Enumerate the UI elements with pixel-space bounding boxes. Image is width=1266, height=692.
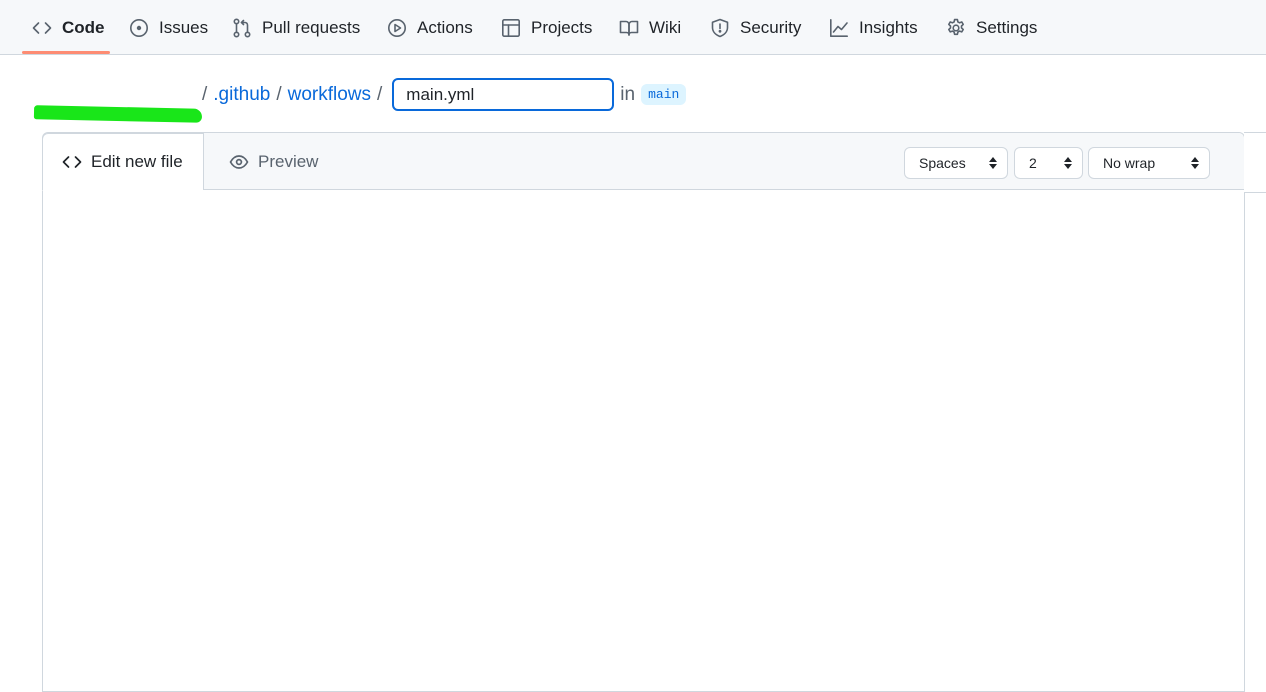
tab-edit-new-file[interactable]: Edit new file (42, 133, 204, 191)
nav-tab-pull-requests[interactable]: Pull requests (232, 0, 360, 55)
indent-size-value: 2 (1029, 155, 1037, 171)
nav-tab-label: Insights (859, 17, 918, 37)
code-editor-area[interactable] (43, 190, 1244, 691)
wrap-mode-value: No wrap (1103, 155, 1156, 171)
play-icon (388, 18, 406, 37)
nav-tab-label: Issues (159, 17, 209, 37)
indent-size-select[interactable]: 2 (1014, 147, 1083, 179)
nav-tab-settings[interactable]: Settings (946, 0, 1037, 55)
shield-icon (711, 18, 729, 37)
indent-mode-value: Spaces (919, 155, 966, 171)
breadcrumb-separator: / (377, 83, 383, 105)
code-icon (32, 21, 52, 34)
issue-opened-icon (130, 18, 148, 37)
nav-tab-label: Pull requests (262, 17, 361, 37)
nav-tab-label: Security (740, 17, 802, 37)
wrap-mode-select[interactable]: No wrap (1088, 147, 1210, 179)
nav-tab-wiki[interactable]: Wiki (619, 0, 681, 55)
nav-tab-actions[interactable]: Actions (387, 0, 473, 55)
nav-tab-issues[interactable]: Issues (129, 0, 208, 55)
right-rail-panel (1244, 132, 1266, 193)
indent-mode-select[interactable]: Spaces (904, 147, 1008, 179)
right-rail-border (1244, 193, 1245, 667)
select-caret-icon (1063, 156, 1073, 170)
redaction-mark (33, 104, 203, 123)
select-caret-icon (1190, 156, 1200, 170)
filename-input[interactable] (392, 78, 615, 111)
selected-tab-underline (22, 51, 110, 54)
eye-icon (229, 154, 249, 169)
nav-tab-label: Code (62, 17, 105, 37)
breadcrumb-github-link[interactable]: .github (213, 84, 270, 106)
nav-tab-label: Settings (976, 17, 1038, 37)
graph-icon (830, 18, 848, 37)
editor-header: Edit new file Preview Spaces 2 No wrap (42, 133, 1244, 191)
nav-tab-security[interactable]: Security (710, 0, 801, 55)
nav-tab-code[interactable]: Code (32, 0, 105, 55)
table-icon (501, 18, 520, 37)
nav-tab-label: Wiki (649, 17, 682, 37)
code-icon (62, 156, 82, 168)
tab-label: Edit new file (91, 152, 183, 171)
tab-preview[interactable]: Preview (229, 133, 318, 190)
breadcrumb-separator: / (276, 83, 282, 105)
nav-tab-insights[interactable]: Insights (829, 0, 918, 55)
branch-in-label: in (620, 83, 636, 105)
breadcrumb: / .github / workflows / in main (33, 76, 687, 123)
tab-label: Preview (258, 151, 319, 171)
git-pull-request-icon (233, 17, 251, 38)
branch-badge: main (641, 84, 687, 105)
nav-tab-projects[interactable]: Projects (501, 0, 592, 55)
breadcrumb-separator: / (202, 83, 208, 105)
nav-tab-label: Actions (417, 17, 473, 37)
repo-nav: Code Issues Pull requests Actions Projec… (0, 0, 1266, 55)
select-caret-icon (988, 156, 998, 170)
breadcrumb-workflows-link[interactable]: workflows (288, 84, 371, 106)
gear-icon (948, 18, 964, 35)
nav-tab-label: Projects (531, 17, 593, 37)
book-icon (619, 20, 639, 36)
editor-panel: Edit new file Preview Spaces 2 No wrap (42, 132, 1245, 692)
